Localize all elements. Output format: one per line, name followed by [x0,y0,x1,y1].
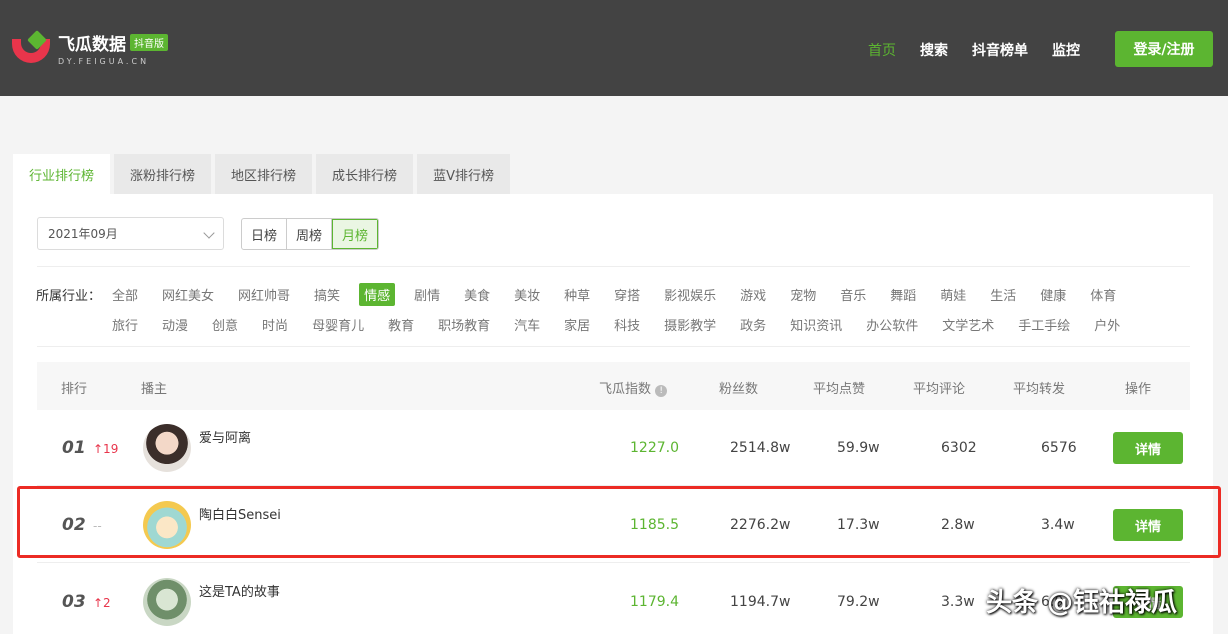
industry-option[interactable]: 家居 [564,313,590,336]
ranking-panel: 2021年09月 日榜 周榜 月榜 所属行业： 全部 网红美女 网红帅哥 搞笑 情感 剧情… [13,194,1213,634]
month-select-value: 2021年09月 [48,227,118,241]
industry-option[interactable]: 母婴育儿 [312,313,364,336]
col-rank: 排行 [61,382,88,397]
industry-option[interactable]: 动漫 [162,313,188,336]
tab-industry[interactable]: 行业排行榜 [13,154,111,194]
table-row[interactable]: 01 ↑19 爱与阿离 1227.0 2514.8w 59.9w 6302 65… [37,410,1190,486]
rank-number: 03 [62,592,86,612]
industry-option[interactable]: 教育 [388,313,414,336]
info-icon[interactable]: ! [655,385,668,397]
industry-option[interactable]: 摄影教学 [664,313,716,336]
period-monthly[interactable]: 月榜 [332,219,379,249]
period-toggle: 日榜 周榜 月榜 [241,218,380,250]
industry-option[interactable]: 健康 [1040,283,1066,306]
industry-option[interactable]: 美妆 [514,283,540,306]
industry-option[interactable]: 汽车 [514,313,540,336]
industry-option[interactable]: 创意 [212,313,238,336]
industry-row-2: 旅行 动漫 创意 时尚 母婴育儿 教育 职场教育 汽车 家居 科技 摄影教学 政务 知识资讯 办公软件 文学… [112,313,1144,336]
tab-fans-growth[interactable]: 涨粉排行榜 [114,154,212,194]
divider [37,266,1190,267]
industry-option[interactable]: 全部 [112,283,138,306]
top-header: 飞瓜数据 抖音版 DY.FEIGUA.CN 首页 搜索 抖音榜单 监控 登录/注… [0,0,1228,96]
feigua-logo[interactable]: 飞瓜数据 抖音版 DY.FEIGUA.CN [12,30,168,66]
industry-option[interactable]: 情感 [359,283,396,306]
nav-douyin-rankings[interactable]: 抖音榜单 [972,40,1028,60]
host-name[interactable]: 这是TA的故事 [199,581,280,600]
nav-monitor[interactable]: 监控 [1052,40,1080,60]
nav-search[interactable]: 搜索 [920,40,948,60]
industry-option[interactable]: 游戏 [740,283,766,306]
nav-home[interactable]: 首页 [868,40,896,60]
divider [37,346,1190,347]
industry-option[interactable]: 文学艺术 [942,313,994,336]
industry-option[interactable]: 音乐 [840,283,866,306]
industry-option[interactable]: 知识资讯 [790,313,842,336]
col-action: 操作 [1125,382,1152,397]
industry-option[interactable]: 舞蹈 [890,283,916,306]
host-name[interactable]: 爱与阿离 [199,427,251,446]
main-nav: 首页 搜索 抖音榜单 监控 [868,40,1080,60]
industry-option[interactable]: 剧情 [414,283,440,306]
logo-icon [12,30,52,65]
avatar[interactable] [143,578,191,626]
period-daily[interactable]: 日榜 [242,219,288,249]
industry-option[interactable]: 科技 [614,313,640,336]
industry-option[interactable]: 时尚 [262,313,288,336]
logo-badge: 抖音版 [130,34,168,51]
industry-option[interactable]: 生活 [990,283,1016,306]
avg-likes: 59.9w [837,440,880,456]
avg-shares: 6576 [1041,440,1077,456]
industry-option[interactable]: 旅行 [112,313,138,336]
feigua-index: 1227.0 [630,440,679,456]
tab-growth[interactable]: 成长排行榜 [316,154,414,194]
col-shares: 平均转发 [1013,382,1066,397]
rank-change: ↑19 [93,442,119,456]
col-comments: 平均评论 [913,382,966,397]
industry-option[interactable]: 职场教育 [438,313,490,336]
industry-option[interactable]: 美食 [464,283,490,306]
industry-row-1: 全部 网红美女 网红帅哥 搞笑 情感 剧情 美食 美妆 种草 穿搭 影视娱乐 游戏 宠物 音乐 舞蹈 萌娃 生活… [112,283,1140,306]
logo-title: 飞瓜数据 [58,35,126,55]
detail-button[interactable]: 详情 [1113,432,1183,464]
industry-option[interactable]: 影视娱乐 [664,283,716,306]
industry-option[interactable]: 办公软件 [866,313,918,336]
col-host: 播主 [141,382,168,397]
tab-region[interactable]: 地区排行榜 [215,154,313,194]
industry-option[interactable]: 萌娃 [940,283,966,306]
table-header: 排行 播主 飞瓜指数 ! 粉丝数 平均点赞 平均评论 平均转发 操作 [37,362,1190,410]
col-index: 飞瓜指数 ! [599,378,668,397]
watermark: 头条 @钰祜禄瓜 [986,588,1178,618]
login-register-button[interactable]: 登录/注册 [1115,31,1213,67]
month-select[interactable]: 2021年09月 [37,217,224,250]
highlight-box [17,486,1221,558]
tab-blue-v[interactable]: 蓝V排行榜 [417,154,510,194]
industry-option[interactable]: 搞笑 [314,283,340,306]
rank-number: 01 [62,438,86,458]
avg-comments: 6302 [941,440,977,456]
rank-change: ↑2 [93,596,111,610]
industry-option[interactable]: 穿搭 [614,283,640,306]
industry-option[interactable]: 体育 [1090,283,1116,306]
period-weekly[interactable]: 周榜 [287,219,333,249]
fans-count: 2514.8w [730,440,791,456]
logo-subtitle: DY.FEIGUA.CN [58,57,150,66]
industry-option[interactable]: 手工手绘 [1018,313,1070,336]
industry-option[interactable]: 网红帅哥 [238,283,290,306]
industry-option[interactable]: 宠物 [790,283,816,306]
industry-option[interactable]: 政务 [740,313,766,336]
ranking-tabs: 行业排行榜 涨粉排行榜 地区排行榜 成长排行榜 蓝V排行榜 [13,154,510,194]
avatar[interactable] [143,424,191,472]
industry-option[interactable]: 网红美女 [162,283,214,306]
industry-option[interactable]: 种草 [564,283,590,306]
col-fans: 粉丝数 [719,382,759,397]
avg-likes: 79.2w [837,594,880,610]
industry-label: 所属行业： [36,289,102,304]
fans-count: 1194.7w [730,594,791,610]
feigua-index: 1179.4 [630,594,679,610]
industry-option[interactable]: 户外 [1094,313,1120,336]
avg-comments: 3.3w [941,594,975,610]
col-likes: 平均点赞 [813,382,866,397]
chevron-down-icon [203,227,215,239]
